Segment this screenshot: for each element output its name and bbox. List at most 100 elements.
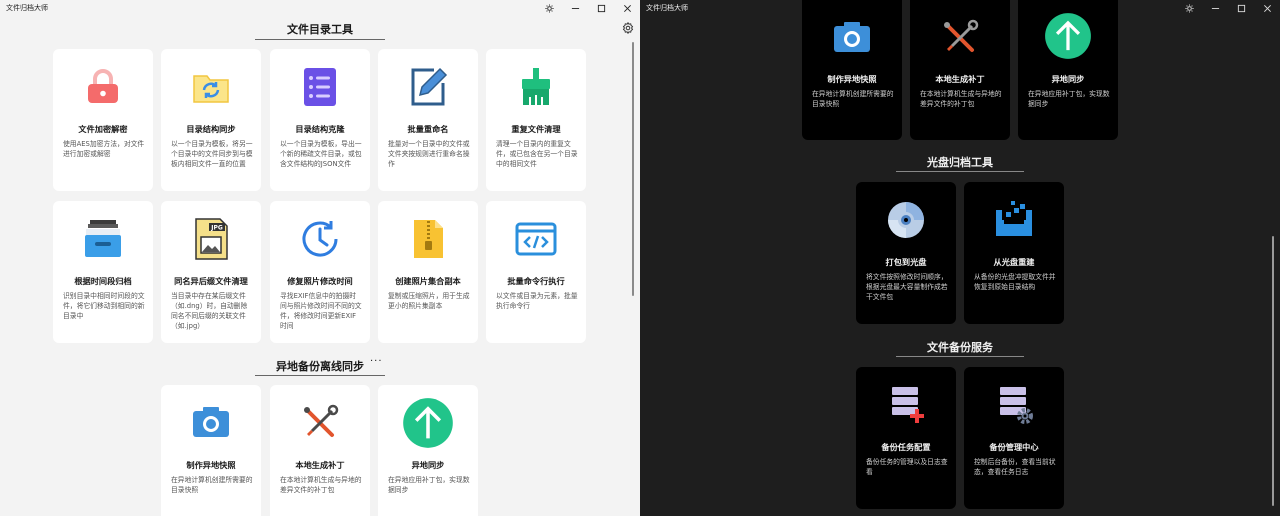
- card-backup-center[interactable]: 备份管理中心 控制后台备份，查看当前状态，查看任务日志: [964, 367, 1064, 509]
- camera-icon: [830, 16, 874, 60]
- jpg-file-icon: JPG: [189, 217, 233, 261]
- card-description: 寻找EXIF信息中的拍摄时间与照片修改时间不同的文件，将修改时间更新EXIF时间: [280, 292, 362, 330]
- card-title: 重复文件清理: [511, 124, 561, 134]
- card-title: 创建照片集合副本: [395, 276, 461, 286]
- camera-icon: [189, 401, 233, 445]
- section-title-directory-tools: 文件目录工具: [287, 23, 353, 36]
- card-description: 使用AES加密方法，对文件进行加密或解密: [63, 140, 145, 158]
- archive-drawer-icon: [81, 217, 125, 261]
- card-batch-rename[interactable]: 批量重命名 批量对一个目录中的文件或文件夹按规则进行重命名操作: [378, 49, 478, 191]
- section-title-offsite-backup: 异地备份离线同步: [276, 360, 364, 373]
- card-backup-task-config[interactable]: 备份任务配置 备份任务的管理以及日志查看: [856, 367, 956, 509]
- settings-gear-icon[interactable]: [622, 22, 634, 34]
- minimize-button[interactable]: [562, 0, 588, 16]
- section-underline: [896, 171, 1024, 172]
- rebuild-icon: [992, 198, 1036, 242]
- card-title: 文件加密解密: [78, 124, 128, 134]
- card-dir-sync[interactable]: 目录结构同步 以一个目录为模板，将另一个目录中的文件同步到与模板内相同文件一直的…: [161, 49, 261, 191]
- card-title: 本地生成补丁: [295, 460, 345, 470]
- card-offsite-snapshot[interactable]: 制作异地快照 在异地计算机创建所需要的目录快照: [161, 385, 261, 516]
- card-title: 打包到光盘: [885, 257, 927, 267]
- card-photo-copy[interactable]: 创建照片集合副本 复制或压缩照片，用于生成更小的照片集副本: [378, 201, 478, 343]
- upload-arrow-icon: [1044, 12, 1092, 60]
- pencil-icon: [406, 65, 450, 109]
- card-description: 以文件或目录为元素，批量执行命令行: [496, 292, 578, 310]
- card-title: 制作异地快照: [827, 74, 877, 84]
- folder-sync-icon: [189, 65, 233, 109]
- section-underline: [255, 39, 385, 40]
- card-title: 目录结构同步: [186, 124, 236, 134]
- vertical-scrollbar[interactable]: [1272, 236, 1274, 506]
- card-local-patch[interactable]: 本地生成补丁 在本地计算机生成与异地的差异文件的补丁包: [270, 385, 370, 516]
- card-description: 在本地计算机生成与异地的差异文件的补丁包: [280, 476, 362, 494]
- card-description: 复制或压缩照片，用于生成更小的照片集副本: [388, 292, 470, 310]
- code-window-icon: [514, 217, 558, 261]
- card-description: 清理一个目录内的重复文件，或已包含在另一个目录中的相同文件: [496, 140, 578, 168]
- card-title: 修复照片修改时间: [287, 276, 353, 286]
- close-button[interactable]: [614, 0, 640, 16]
- svg-text:JPG: JPG: [210, 225, 223, 232]
- clock-icon: [298, 217, 342, 261]
- card-title: 根据时间段归档: [74, 276, 132, 286]
- card-title: 制作异地快照: [186, 460, 236, 470]
- card-description: 以一个目录为模板，将另一个目录中的文件同步到与模板内相同文件一直的位置: [171, 140, 253, 168]
- cleaner-icon: [514, 65, 558, 109]
- server-gear-icon: [992, 383, 1036, 427]
- light-window: 文件归档大师 文件目录工具 文件加密解密 使用AES加密方法，对文件进行加密或解…: [0, 0, 640, 516]
- card-offsite-sync[interactable]: 异地同步 在异地应用补丁包，实现数据同步: [378, 385, 478, 516]
- card-title: 从光盘重建: [993, 257, 1035, 267]
- card-description: 将文件按照修改时间顺序，根据光盘最大容量制作成若干文件包: [866, 273, 948, 301]
- section-title-backup-service: 文件备份服务: [927, 341, 993, 354]
- upload-arrow-icon: [402, 397, 454, 449]
- card-description: 在本地计算机生成与异地的差异文件的补丁包: [920, 90, 1002, 108]
- section-underline: [896, 356, 1024, 357]
- card-description: 在异地计算机创建所需要的目录快照: [812, 90, 894, 108]
- section-title-disc-tools: 光盘归档工具: [927, 156, 993, 169]
- card-title: 批量重命名: [407, 124, 449, 134]
- zip-file-icon: [406, 217, 450, 261]
- card-title: 同名异后缀文件清理: [174, 276, 248, 286]
- window-title: 文件归档大师: [6, 4, 48, 12]
- card-local-patch[interactable]: 本地生成补丁 在本地计算机生成与异地的差异文件的补丁包: [910, 0, 1010, 140]
- close-button[interactable]: [1254, 0, 1280, 16]
- card-pack-to-disc[interactable]: 打包到光盘 将文件按照修改时间顺序，根据光盘最大容量制作成若干文件包: [856, 182, 956, 324]
- tools-icon: [938, 16, 982, 60]
- card-offsite-snapshot[interactable]: 制作异地快照 在异地计算机创建所需要的目录快照: [802, 0, 902, 140]
- card-title: 批量命令行执行: [507, 276, 565, 286]
- card-fix-photo-time[interactable]: 修复照片修改时间 寻找EXIF信息中的拍摄时间与照片修改时间不同的文件，将修改时…: [270, 201, 370, 343]
- disc-icon: [884, 198, 928, 242]
- lock-icon: [81, 65, 125, 109]
- card-description: 当目录中存在某后缀文件（如.dng）时，自动删除同名不同后缀的关联文件（如.jp…: [171, 292, 248, 330]
- server-add-icon: [884, 383, 928, 427]
- card-description: 控制后台备份，查看当前状态，查看任务日志: [974, 458, 1056, 476]
- card-description: 备份任务的管理以及日志查看: [866, 458, 948, 476]
- tools-icon: [298, 401, 342, 445]
- dark-window: 文件归档大师 制作异地快照 在异地计算机创建所需要的目录快照 本地生成补丁 在本…: [640, 0, 1280, 516]
- card-dir-clone[interactable]: 目录结构克隆 以一个目录为模板，导出一个新的稀疏文件目录，或包含文件结构的JSO…: [270, 49, 370, 191]
- list-icon: [298, 65, 342, 109]
- card-file-encrypt[interactable]: 文件加密解密 使用AES加密方法，对文件进行加密或解密: [53, 49, 153, 191]
- card-description: 在异地应用补丁包，实现数据同步: [388, 476, 470, 494]
- maximize-button[interactable]: [1228, 0, 1254, 16]
- card-description: 识别目录中相同时间段的文件，将它们移动到相同的新目录中: [63, 292, 145, 320]
- card-duplicate-clean[interactable]: 重复文件清理 清理一个目录内的重复文件，或已包含在另一个目录中的相同文件: [486, 49, 586, 191]
- minimize-button[interactable]: [1202, 0, 1228, 16]
- card-offsite-sync[interactable]: 异地同步 在异地应用补丁包，实现数据同步: [1018, 0, 1118, 140]
- card-suffix-clean[interactable]: JPG 同名异后缀文件清理 当目录中存在某后缀文件（如.dng）时，自动删除同名…: [161, 201, 261, 343]
- theme-toggle-icon[interactable]: [1176, 0, 1202, 16]
- theme-toggle-icon[interactable]: [536, 0, 562, 16]
- card-title: 异地同步: [411, 460, 445, 470]
- card-time-archive[interactable]: 根据时间段归档 识别目录中相同时间段的文件，将它们移动到相同的新目录中: [53, 201, 153, 343]
- more-options-button[interactable]: ···: [370, 356, 383, 367]
- card-title: 备份管理中心: [989, 442, 1039, 452]
- card-rebuild-from-disc[interactable]: 从光盘重建 从备份的光盘冲提取文件并恢复到原始目录结构: [964, 182, 1064, 324]
- card-batch-cmd[interactable]: 批量命令行执行 以文件或目录为元素，批量执行命令行: [486, 201, 586, 343]
- title-bar: 文件归档大师: [0, 0, 640, 16]
- maximize-button[interactable]: [588, 0, 614, 16]
- vertical-scrollbar[interactable]: [632, 42, 634, 296]
- card-description: 批量对一个目录中的文件或文件夹按规则进行重命名操作: [388, 140, 470, 168]
- card-description: 在异地计算机创建所需要的目录快照: [171, 476, 253, 494]
- card-description: 以一个目录为模板，导出一个新的稀疏文件目录，或包含文件结构的JSON文件: [280, 140, 362, 168]
- card-title: 本地生成补丁: [935, 74, 985, 84]
- card-title: 目录结构克隆: [295, 124, 345, 134]
